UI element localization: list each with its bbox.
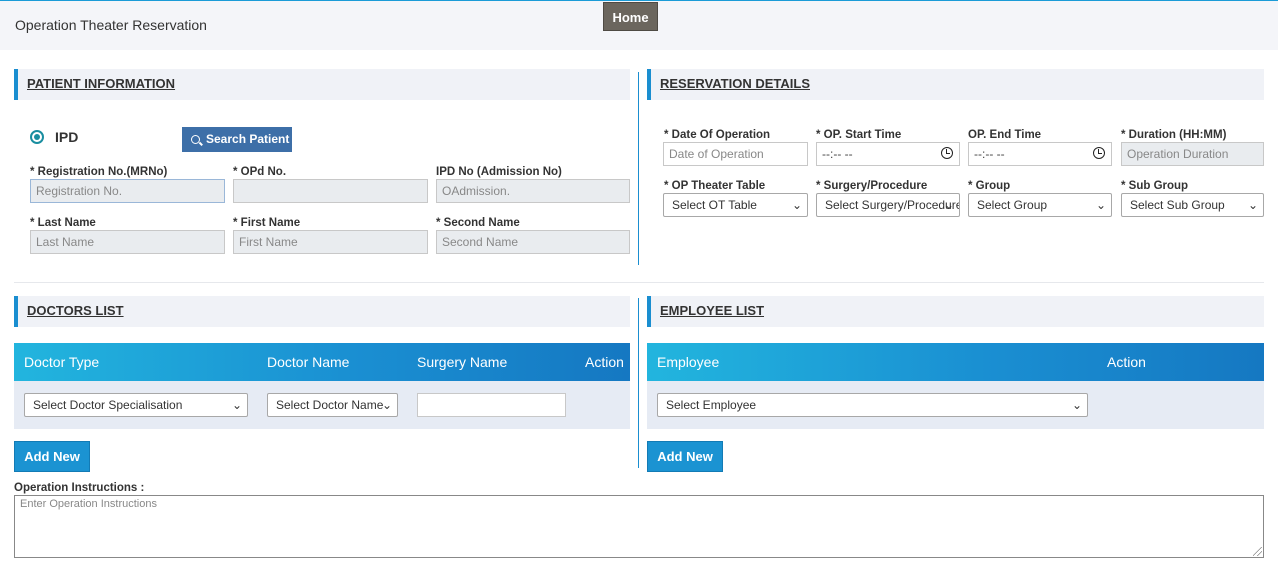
registration-label: * Registration No.(MRNo): [30, 166, 168, 178]
date-input[interactable]: Date of Operation: [663, 142, 808, 166]
patient-info-header: PATIENT INFORMATION: [14, 69, 630, 100]
doctors-table-header: Doctor Type Doctor Name Surgery Name Act…: [14, 343, 630, 381]
instructions-label: Operation Instructions :: [14, 482, 145, 494]
surgery-label: * Surgery/Procedure: [816, 180, 928, 192]
column-header: Surgery Name: [417, 354, 508, 370]
column-header: Employee: [657, 354, 720, 370]
reservation-title: RESERVATION DETAILS: [660, 76, 810, 91]
chevron-down-icon: ⌄: [381, 398, 392, 412]
first-name-label: * First Name: [233, 217, 301, 229]
second-name-input[interactable]: Second Name: [436, 230, 630, 254]
end-time-label: OP. End Time: [968, 129, 1042, 141]
group-value: Select Group: [977, 198, 1048, 212]
ot-table-label: * OP Theater Table: [664, 180, 766, 192]
end-time-value: --:-- --: [974, 147, 1005, 161]
surgery-select[interactable]: Select Surgery/Procedure ⌄: [816, 193, 960, 217]
employee-value: Select Employee: [666, 398, 757, 412]
ipd-radio[interactable]: [30, 130, 44, 144]
first-name-input[interactable]: First Name: [233, 230, 428, 254]
subgroup-select[interactable]: Select Sub Group ⌄: [1121, 193, 1264, 217]
column-header: Action: [1107, 354, 1146, 370]
employee-list-header: EMPLOYEE LIST: [647, 296, 1264, 327]
add-employee-button[interactable]: Add New: [647, 441, 723, 472]
surgery-value: Select Surgery/Procedure: [825, 198, 960, 212]
ipd-no-input[interactable]: OAdmission.: [436, 179, 630, 203]
employee-table-row: Select Employee ⌄: [647, 381, 1264, 429]
chevron-down-icon: ⌄: [231, 398, 242, 412]
ipd-no-label: IPD No (Admission No): [436, 166, 562, 178]
opd-label: * OPd No.: [233, 166, 287, 178]
add-doctor-button[interactable]: Add New: [14, 441, 90, 472]
group-select[interactable]: Select Group ⌄: [968, 193, 1112, 217]
ipd-radio-label: IPD: [55, 129, 79, 145]
last-name-label: * Last Name: [30, 217, 96, 229]
employee-select[interactable]: Select Employee ⌄: [657, 393, 1088, 417]
doctor-type-select[interactable]: Select Doctor Specialisation ⌄: [24, 393, 248, 417]
instructions-textarea[interactable]: Enter Operation Instructions: [14, 495, 1264, 558]
clock-icon[interactable]: [1093, 147, 1105, 159]
clock-icon[interactable]: [941, 147, 953, 159]
page-title: Operation Theater Reservation: [15, 17, 207, 33]
search-patient-label: Search Patient: [206, 132, 290, 146]
vertical-divider-bottom: [638, 298, 639, 468]
column-header: Doctor Type: [24, 354, 100, 370]
search-patient-button[interactable]: Search Patient: [182, 127, 292, 152]
registration-input[interactable]: Registration No.: [30, 179, 225, 203]
start-time-label: * OP. Start Time: [816, 129, 902, 141]
ot-table-value: Select OT Table: [672, 198, 757, 212]
doctors-table-row: Select Doctor Specialisation ⌄ Select Doc…: [14, 381, 630, 429]
duration-label: * Duration (HH:MM): [1121, 129, 1227, 141]
home-button[interactable]: Home: [603, 2, 658, 31]
group-label: * Group: [968, 180, 1011, 192]
employee-list-title: EMPLOYEE LIST: [660, 303, 765, 318]
patient-info-title: PATIENT INFORMATION: [27, 76, 176, 91]
subgroup-value: Select Sub Group: [1130, 198, 1225, 212]
chevron-down-icon: ⌄: [943, 198, 954, 212]
end-time-input[interactable]: --:-- --: [968, 142, 1112, 166]
duration-input[interactable]: Operation Duration: [1121, 142, 1264, 166]
last-name-input[interactable]: Last Name: [30, 230, 225, 254]
date-label: * Date Of Operation: [664, 129, 771, 141]
reservation-header: RESERVATION DETAILS: [647, 69, 1264, 100]
opd-input[interactable]: [233, 179, 428, 203]
column-header: Action: [585, 354, 624, 370]
resize-grip-icon[interactable]: [1253, 547, 1262, 556]
chevron-down-icon: ⌄: [1071, 398, 1082, 412]
doctors-list-title: DOCTORS LIST: [27, 303, 124, 318]
chevron-down-icon: ⌄: [1247, 198, 1258, 212]
start-time-input[interactable]: --:-- --: [816, 142, 960, 166]
doctor-name-value: Select Doctor Name: [276, 398, 384, 412]
search-icon: [191, 135, 200, 144]
doctor-type-value: Select Doctor Specialisation: [33, 398, 183, 412]
surgery-name-input[interactable]: [417, 393, 566, 417]
chevron-down-icon: ⌄: [1095, 198, 1106, 212]
doctors-list-header: DOCTORS LIST: [14, 296, 630, 327]
start-time-value: --:-- --: [822, 147, 853, 161]
subgroup-label: * Sub Group: [1121, 180, 1189, 192]
ot-table-select[interactable]: Select OT Table ⌄: [663, 193, 808, 217]
employee-table-header: Employee Action: [647, 343, 1264, 381]
instructions-placeholder: Enter Operation Instructions: [20, 498, 157, 510]
second-name-label: * Second Name: [436, 217, 520, 229]
chevron-down-icon: ⌄: [791, 198, 802, 212]
doctor-name-select[interactable]: Select Doctor Name ⌄: [267, 393, 398, 417]
horizontal-divider: [14, 282, 1264, 283]
column-header: Doctor Name: [267, 354, 350, 370]
vertical-divider-top: [638, 72, 639, 265]
